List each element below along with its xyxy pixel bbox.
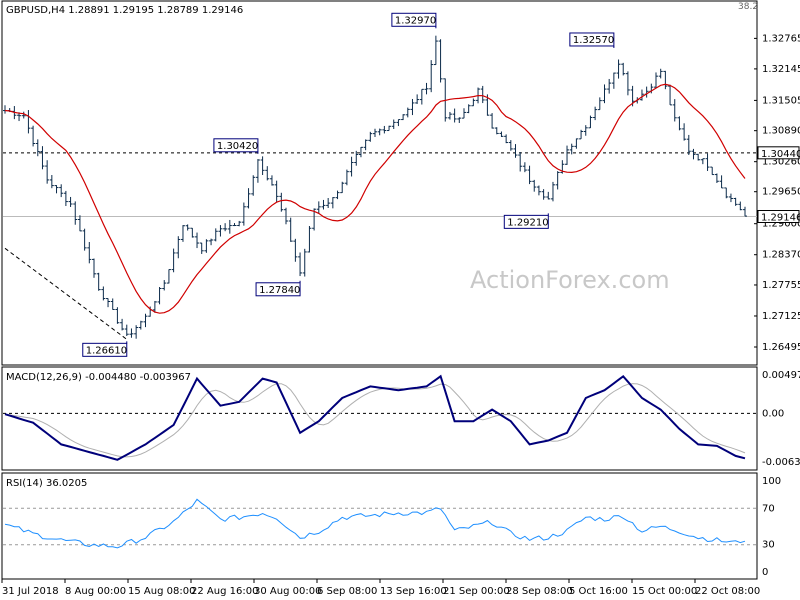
time-tick-label: 5 Oct 16:00: [569, 586, 628, 597]
rsi-tick-label: 30: [762, 540, 775, 551]
rsi-tick-label: 100: [762, 476, 781, 487]
top-right-value: 38.2: [738, 2, 758, 12]
time-tick-label: 8 Aug 00:00: [65, 586, 126, 597]
price-callout: 1.32970: [391, 12, 437, 29]
price-tick-label: 1.31505: [762, 95, 800, 106]
price-callout: 1.32570: [569, 32, 615, 48]
price-level-tag-label: 1.30440: [761, 149, 800, 160]
price-level-tag-label: 1.29146: [761, 213, 800, 224]
price-tick-label: 1.26495: [762, 342, 800, 353]
time-tick-label: 15 Oct 00:00: [632, 586, 697, 597]
gbpusd-h4-chart: GBPUSD,H4 1.28891 1.29195 1.28789 1.2914…: [0, 0, 800, 600]
price-callout: 1.30420: [213, 138, 259, 154]
price-tick-label: 1.28370: [762, 250, 800, 261]
time-tick-label: 31 Jul 2018: [2, 586, 59, 597]
time-tick-label: 22 Oct 08:00: [695, 586, 760, 597]
price-callout: 1.26610: [82, 341, 128, 357]
price-tick-label: 1.32765: [762, 33, 800, 44]
price-tick-label: 1.30890: [762, 126, 800, 137]
price-tick-label: 1.32145: [762, 64, 800, 75]
price-callout-label: 1.32570: [573, 35, 614, 46]
price-callout-label: 1.29210: [507, 217, 548, 228]
rsi-tick-label: 0: [762, 567, 768, 578]
time-tick-label: 30 Aug 00:00: [254, 586, 321, 597]
price-callout-label: 1.32970: [395, 15, 436, 26]
price-callout: 1.27840: [255, 280, 301, 297]
price-tick-label: 1.27125: [762, 311, 800, 322]
price-header: GBPUSD,H4 1.28891 1.29195 1.28789 1.2914…: [6, 5, 243, 16]
rsi-tick-label: 70: [762, 503, 775, 514]
price-callout-label: 1.26610: [86, 345, 127, 356]
macd-tick-label: 0.004971: [762, 370, 800, 381]
rsi-label: RSI(14) 36.0205: [6, 478, 87, 489]
chart-background: [0, 0, 800, 600]
price-callout: 1.29210: [503, 213, 549, 229]
time-tick-label: 13 Sep 16:00: [380, 586, 447, 597]
time-tick-label: 21 Sep 00:00: [443, 586, 510, 597]
watermark: ActionForex.com: [470, 266, 670, 294]
time-tick-label: 15 Aug 08:00: [128, 586, 195, 597]
macd-tick-label: 0.00: [762, 408, 784, 419]
time-tick-label: 22 Aug 16:00: [191, 586, 258, 597]
price-callout-label: 1.27840: [259, 285, 300, 296]
macd-label: MACD(12,26,9) -0.004480 -0.003967: [6, 372, 191, 383]
price-tick-label: 1.27755: [762, 280, 800, 291]
time-tick-label: 6 Sep 08:00: [317, 586, 377, 597]
price-callout-label: 1.30420: [217, 141, 258, 152]
macd-tick-label: -0.006311: [762, 457, 800, 468]
price-tick-label: 1.29650: [762, 187, 800, 198]
time-tick-label: 28 Sep 08:00: [506, 586, 573, 597]
